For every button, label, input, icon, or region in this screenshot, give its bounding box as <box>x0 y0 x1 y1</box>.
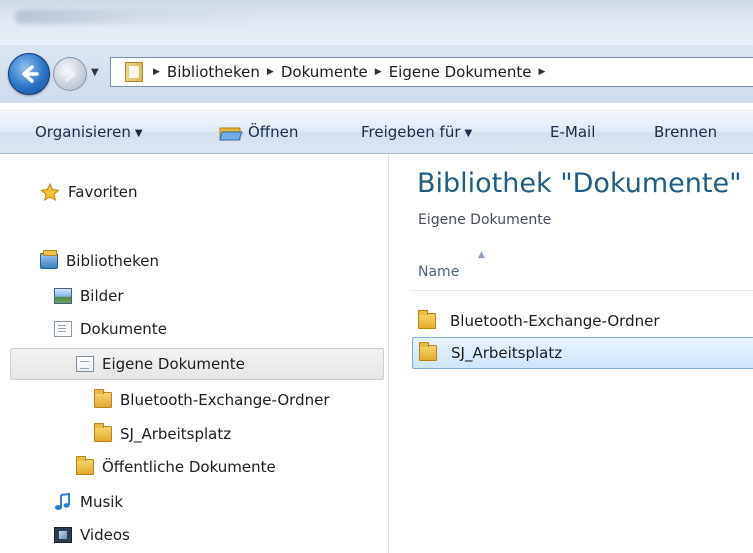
folder-icon <box>94 389 112 408</box>
nav-item-label: Videos <box>80 526 130 544</box>
nav-item-videos[interactable]: Videos <box>54 521 130 549</box>
nav-libraries[interactable]: Bibliotheken <box>40 247 159 275</box>
file-name: Bluetooth-Exchange-Ordner <box>450 312 660 330</box>
nav-item-label: Eigene Dokumente <box>102 355 245 373</box>
music-icon <box>55 493 70 510</box>
sort-ascending-icon: ▲ <box>478 250 485 260</box>
folder-icon <box>76 456 94 475</box>
recent-pages-chevron-icon[interactable]: ▼ <box>91 67 99 78</box>
burn-label: Brennen <box>654 123 718 141</box>
nav-item-documents[interactable]: Dokumente <box>54 315 167 343</box>
nav-favorites[interactable]: Favoriten <box>40 178 137 206</box>
file-row[interactable]: Bluetooth-Exchange-Ordner <box>412 305 753 337</box>
back-arrow-icon <box>22 65 39 83</box>
address-bar[interactable]: ▶ Bibliotheken ▶ Dokumente ▶ Eigene Doku… <box>110 57 753 87</box>
window-title-bar <box>0 0 753 45</box>
library-subtitle: Eigene Dokumente <box>418 212 552 228</box>
open-folder-icon <box>219 127 243 141</box>
nav-item-public-documents[interactable]: Öffentliche Dokumente <box>76 453 276 481</box>
nav-item-pictures[interactable]: Bilder <box>54 282 124 310</box>
nav-item-label: Bluetooth-Exchange-Ordner <box>120 391 330 409</box>
breadcrumb-separator-icon[interactable]: ▶ <box>153 67 160 77</box>
command-toolbar: Organisieren ▼ Öffnen Freigeben für ▼ E-Ma… <box>0 110 753 154</box>
navigation-bar: ▼ ▶ Bibliotheken ▶ Dokumente ▶ Eigene Do… <box>0 45 753 103</box>
email-label: E-Mail <box>550 123 596 141</box>
videos-icon <box>54 527 72 543</box>
forward-arrow-icon <box>61 66 76 82</box>
pane-splitter[interactable] <box>388 154 389 553</box>
nav-item-label: SJ_Arbeitsplatz <box>120 425 232 443</box>
breadcrumb-bibliotheken[interactable]: Bibliotheken <box>167 63 260 81</box>
pictures-icon <box>54 288 72 304</box>
breadcrumb-separator-icon[interactable]: ▶ <box>539 67 546 77</box>
back-button[interactable] <box>8 53 50 95</box>
open-label: Öffnen <box>248 123 299 141</box>
folder-icon <box>419 342 437 361</box>
forward-button[interactable] <box>53 57 87 91</box>
breadcrumb-eigene-dokumente[interactable]: Eigene Dokumente <box>389 63 532 81</box>
file-row-selected[interactable]: SJ_Arbeitsplatz <box>412 337 753 369</box>
document-folder-icon <box>76 356 94 372</box>
folder-icon <box>418 310 436 329</box>
nav-item-label: Öffentliche Dokumente <box>102 458 276 476</box>
file-name: SJ_Arbeitsplatz <box>451 344 563 362</box>
nav-item-label: Dokumente <box>80 320 167 338</box>
nav-favorites-label: Favoriten <box>68 183 138 201</box>
folder-icon <box>94 423 112 442</box>
title-bar-blur <box>15 10 265 24</box>
library-folder-icon <box>125 62 143 82</box>
breadcrumb-separator-icon[interactable]: ▶ <box>267 67 274 77</box>
documents-icon <box>54 321 72 337</box>
column-header-name[interactable]: Name <box>418 264 459 280</box>
organize-button[interactable]: Organisieren ▼ <box>35 123 143 141</box>
libraries-icon <box>40 250 58 269</box>
nav-item-sj-arbeitsplatz[interactable]: SJ_Arbeitsplatz <box>94 420 231 448</box>
email-button[interactable]: E-Mail <box>550 123 595 141</box>
organize-label: Organisieren <box>35 123 131 141</box>
column-header-divider <box>410 290 753 291</box>
nav-item-bluetooth-exchange[interactable]: Bluetooth-Exchange-Ordner <box>94 386 330 414</box>
nav-item-label: Bilder <box>80 287 124 305</box>
breadcrumb-dokumente[interactable]: Dokumente <box>281 63 368 81</box>
nav-item-label: Musik <box>80 493 124 511</box>
library-title: Bibliothek "Dokumente" <box>417 168 742 199</box>
share-label: Freigeben für <box>361 123 461 141</box>
chevron-down-icon: ▼ <box>464 128 473 139</box>
share-with-button[interactable]: Freigeben für ▼ <box>361 123 472 141</box>
breadcrumb-separator-icon[interactable]: ▶ <box>375 67 382 77</box>
star-icon <box>40 183 60 201</box>
nav-item-music[interactable]: Musik <box>54 488 123 516</box>
burn-button[interactable]: Brennen <box>654 123 717 141</box>
nav-item-eigene-dokumente[interactable]: Eigene Dokumente <box>76 350 245 378</box>
chevron-down-icon: ▼ <box>134 128 143 139</box>
open-button[interactable]: Öffnen <box>248 123 298 141</box>
nav-libraries-label: Bibliotheken <box>66 252 159 270</box>
